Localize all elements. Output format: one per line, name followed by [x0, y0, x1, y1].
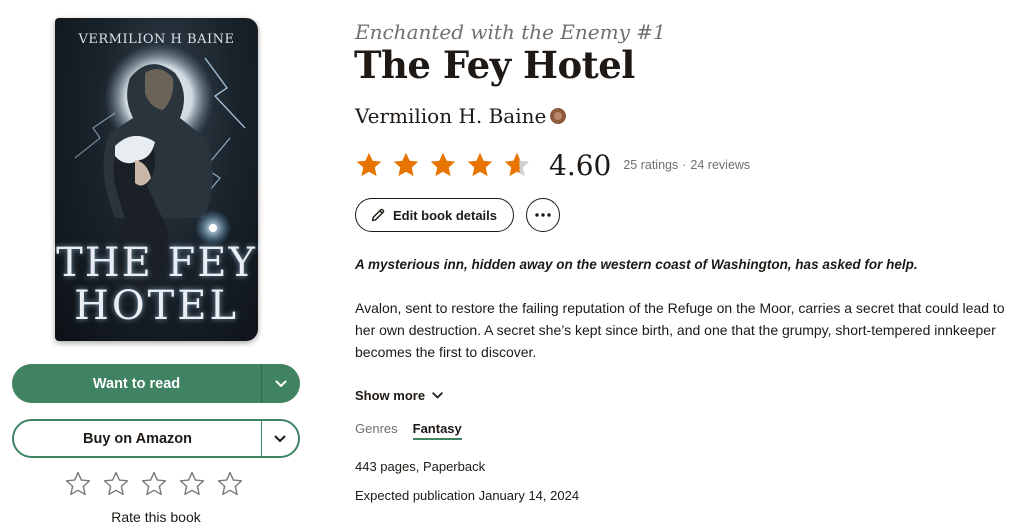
rate-star-1-icon[interactable]	[64, 470, 92, 498]
average-rating-stars	[354, 150, 532, 180]
want-to-read-button-group: Want to read	[12, 364, 300, 403]
rate-star-2-icon[interactable]	[102, 470, 130, 498]
rate-this-book-label: Rate this book	[111, 509, 201, 525]
show-more-button[interactable]: Show more	[355, 388, 443, 403]
rating-star-1-icon	[356, 152, 382, 177]
rate-stars	[64, 470, 244, 500]
book-cover[interactable]: VERMILION H BAINE THE FEY HOTEL	[55, 18, 258, 341]
edit-book-details-button[interactable]: Edit book details	[355, 198, 515, 232]
rating-star-5-icon	[504, 152, 530, 177]
edit-book-details-label: Edit book details	[393, 207, 498, 223]
more-actions-button[interactable]	[526, 198, 561, 232]
reviews-count[interactable]: 24 reviews	[690, 158, 750, 172]
description-tagline: A mysterious inn, hidden away on the wes…	[355, 257, 918, 272]
chevron-down-icon	[275, 380, 287, 387]
rating-row: 4.60 25 ratings · 24 reviews	[354, 148, 750, 182]
buy-options-dropdown-button[interactable]	[262, 421, 298, 456]
shelf-dropdown-button[interactable]	[262, 364, 300, 403]
rate-star-4-icon[interactable]	[178, 470, 206, 498]
rate-star-5-icon[interactable]	[216, 470, 244, 498]
chevron-down-icon	[274, 435, 286, 442]
genres-row: Genres Fantasy	[355, 421, 462, 440]
book-title: The Fey Hotel	[354, 43, 635, 87]
pencil-icon	[371, 208, 385, 222]
ellipsis-icon	[535, 213, 551, 217]
rating-counts: 25 ratings · 24 reviews	[623, 158, 750, 172]
rate-star-3-icon[interactable]	[140, 470, 168, 498]
page-count-format: 443 pages, Paperback	[355, 459, 486, 474]
series-link[interactable]: Enchanted with the Enemy #1	[355, 20, 666, 44]
goodreads-author-badge-icon	[550, 108, 567, 124]
want-to-read-button[interactable]: Want to read	[12, 364, 261, 403]
separator-dot: ·	[682, 158, 687, 172]
buy-on-amazon-button[interactable]: Buy on Amazon	[14, 421, 261, 456]
author-row: Vermilion H. Baine	[355, 104, 567, 128]
genres-label: Genres	[355, 421, 398, 436]
book-actions: Edit book details	[355, 198, 561, 232]
rating-star-2-icon	[393, 152, 419, 177]
cover-author-text: VERMILION H BAINE	[78, 32, 235, 47]
cover-title-line-1: THE FEY	[56, 240, 257, 286]
average-rating: 4.60	[549, 148, 612, 182]
author-link[interactable]: Vermilion H. Baine	[355, 104, 546, 128]
rating-star-3-icon	[430, 152, 456, 177]
buy-button-group: Buy on Amazon	[12, 419, 300, 458]
show-more-label: Show more	[355, 388, 426, 403]
publication-info: Expected publication January 14, 2024	[355, 488, 580, 503]
rating-star-4-icon	[467, 152, 493, 177]
genre-link-fantasy[interactable]: Fantasy	[412, 421, 462, 440]
ratings-count[interactable]: 25 ratings	[623, 158, 678, 172]
chevron-down-icon	[432, 392, 443, 399]
cover-title-line-2: HOTEL	[73, 283, 240, 329]
description-body: Avalon, sent to restore the failing repu…	[355, 300, 1005, 360]
